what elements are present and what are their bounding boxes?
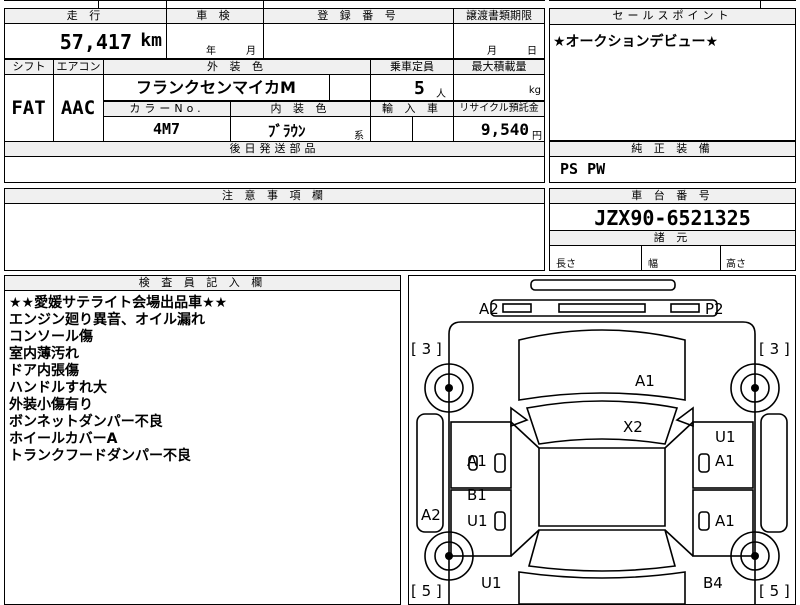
note-line: ボンネットダンパー不良 — [9, 414, 163, 430]
mileage-header: 走 行 — [4, 8, 167, 24]
import-header: 輸 入 車 — [370, 101, 454, 117]
genuine-equipment-box: 純 正 装 備 PS PW — [549, 141, 796, 183]
car-damage-diagram: A2 P2 [ 3 ] [ 3 ] A1 X2 A1 U1 A1 B1 U1 A… — [408, 275, 796, 605]
damage-label-front-door-left: A1 — [467, 452, 487, 470]
damage-label-front-left: A2 — [479, 300, 499, 318]
note-line: エンジン廻り異音、オイル漏れ — [9, 312, 205, 328]
mileage-cell: 57,417 km — [4, 24, 167, 59]
note-line: ハンドルすれ大 — [9, 380, 107, 396]
capacity-cell: 5 人 — [370, 75, 454, 101]
genuine-equipment-value: PS PW — [560, 160, 606, 178]
note-line: トランクフードダンパー不良 — [9, 448, 191, 464]
inspector-notes-header: 検 査 員 記 入 欄 — [4, 275, 401, 291]
import-cell-1 — [370, 117, 413, 142]
inspection-header: 車 検 — [166, 8, 264, 24]
capacity-unit: 人 — [436, 89, 446, 100]
exterior-color-extra-cell — [329, 75, 371, 101]
shift-header: シフト — [4, 59, 54, 75]
max-load-unit: kg — [528, 85, 541, 96]
interior-color-header: 内 装 色 — [230, 101, 371, 117]
chassis-header: 車 台 番 号 — [549, 188, 796, 204]
note-line: ★★愛媛サテライト会場出品車★★ — [9, 295, 228, 311]
later-parts-header: 後日発送部品 — [4, 141, 545, 157]
caution-box: 注 意 事 項 欄 — [4, 188, 545, 271]
capacity-header: 乗車定員 — [370, 59, 454, 75]
shift-cell: FAT — [4, 75, 54, 142]
mileage-unit: km — [140, 30, 162, 51]
exterior-color-value: フランクセンマイカM — [136, 78, 296, 97]
damage-label-front-right: P2 — [705, 300, 724, 318]
color-no-value: 4M7 — [152, 120, 181, 138]
max-load-cell: kg — [453, 75, 545, 101]
aircon-cell: AAC — [53, 75, 104, 142]
exterior-color-header: 外 装 色 — [103, 59, 371, 75]
inspection-year-label: 年 — [206, 46, 216, 57]
recycle-cell: 9,540 円 — [453, 117, 545, 142]
chassis-box: 車 台 番 号 JZX90-6521325 諸 元 長さ 幅 高さ — [549, 188, 796, 271]
interior-color-suffix: 系 — [354, 131, 364, 142]
sales-point-header: セールスポイント — [549, 8, 796, 25]
aircon-value: AAC — [60, 97, 96, 119]
note-line: 外装小傷有り — [9, 397, 93, 413]
transfer-day-label: 日 — [527, 46, 537, 57]
aircon-header: エアコン — [53, 59, 104, 75]
damage-label-front-door-right-2: A1 — [715, 452, 735, 470]
damage-label-rear-quarter-left: U1 — [481, 574, 502, 592]
import-cell-2 — [412, 117, 454, 142]
note-line: ホイールカバーA — [9, 431, 118, 447]
transfer-cell: 月 日 — [453, 24, 545, 59]
sales-point-text: ★オークションデビュー★ — [553, 34, 719, 50]
dimension-width-label: 幅 — [648, 259, 658, 270]
max-load-header: 最大積載量 — [453, 59, 545, 75]
chassis-value: JZX90-6521325 — [594, 206, 751, 230]
tire-label-rear-right: [ 5 ] — [759, 582, 790, 600]
damage-label-rear-door-left-1: B1 — [467, 486, 487, 504]
inspection-month-label: 月 — [246, 46, 256, 57]
car-outline-svg — [416, 279, 788, 604]
tire-label-front-right: [ 3 ] — [759, 340, 790, 358]
recycle-value: 9,540 — [480, 120, 529, 139]
capacity-value: 5 — [414, 78, 425, 99]
interior-color-cell: ﾌﾞﾗｳﾝ 系 — [230, 117, 371, 142]
dimension-length-label: 長さ — [556, 259, 576, 270]
damage-label-windshield: X2 — [623, 418, 643, 436]
inspector-notes-list: ★★愛媛サテライト会場出品車★★ エンジン廻り異音、オイル漏れ コンソール傷 室… — [9, 295, 227, 465]
mileage-value: 57,417 — [59, 30, 132, 54]
damage-label-hood: A1 — [635, 372, 655, 390]
registration-header: 登 録 番 号 — [263, 8, 454, 24]
note-line: コンソール傷 — [9, 329, 93, 345]
caution-header: 注 意 事 項 欄 — [4, 188, 545, 204]
tire-label-rear-left: [ 5 ] — [411, 582, 442, 600]
genuine-equipment-header: 純 正 装 備 — [549, 141, 796, 157]
transfer-month-label: 月 — [487, 46, 497, 57]
transfer-deadline-header: 譲渡書類期限 — [453, 8, 545, 24]
dimensions-header: 諸 元 — [549, 230, 796, 246]
damage-label-front-door-right-1: U1 — [715, 428, 736, 446]
color-no-cell: 4M7 — [103, 117, 231, 142]
interior-color-value: ﾌﾞﾗｳﾝ — [268, 122, 306, 140]
damage-label-rear-door-right: A1 — [715, 512, 735, 530]
damage-label-rear-quarter-right: B4 — [703, 574, 723, 592]
shift-value: FAT — [11, 97, 46, 119]
damage-label-rear-door-left-2: U1 — [467, 512, 488, 530]
sales-point-box: セールスポイント ★オークションデビュー★ — [549, 8, 796, 141]
note-line: 室内薄汚れ — [9, 346, 79, 362]
exterior-color-cell: フランクセンマイカM — [103, 75, 330, 101]
tire-label-front-left: [ 3 ] — [411, 340, 442, 358]
inspection-cell: 年 月 — [166, 24, 264, 59]
color-no-header: カラーNo. — [103, 101, 231, 117]
recycle-header: リサイクル預託金 — [453, 101, 545, 117]
inspector-notes-box: 検 査 員 記 入 欄 ★★愛媛サテライト会場出品車★★ エンジン廻り異音、オイ… — [4, 275, 401, 605]
dimension-height-label: 高さ — [726, 259, 746, 270]
damage-label-rocker-left: A2 — [421, 506, 441, 524]
note-line: ドア内張傷 — [9, 363, 79, 379]
recycle-unit: 円 — [532, 131, 542, 142]
registration-cell — [263, 24, 454, 59]
